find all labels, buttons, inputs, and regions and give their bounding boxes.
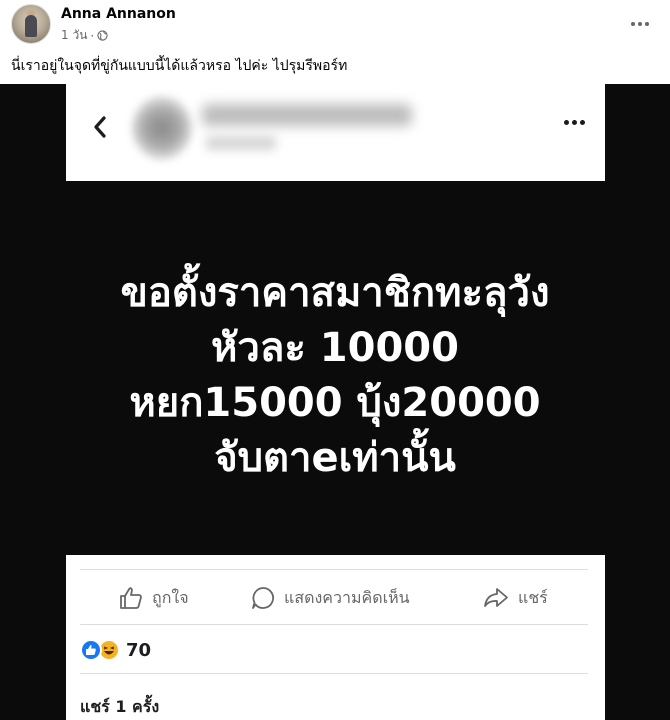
meta-separator: · [90, 28, 95, 43]
blurred-name [202, 104, 412, 126]
comment-label: แสดงความคิดเห็น [284, 587, 410, 607]
text-line: หัวละ 10000 [211, 325, 459, 371]
post-meta: 1 วัน · [61, 26, 108, 45]
author-name[interactable]: Anna Annanon [61, 6, 176, 22]
screenshot-more-button [564, 120, 585, 125]
avatar-figure [25, 15, 37, 37]
screenshot-text: ขอตั้งราคาสมาชิกทะลุวัง หัวละ 10000 หยก1… [0, 266, 670, 486]
like-action: ถูกใจ [118, 581, 189, 615]
text-line: หยก15000 บุ้ง20000 [129, 380, 541, 426]
divider [80, 673, 588, 674]
comment-action: แสดงความคิดเห็น [250, 581, 410, 615]
blurred-subtitle [206, 136, 276, 150]
divider [80, 624, 588, 625]
reaction-count: 70 [126, 639, 152, 661]
blurred-avatar [132, 96, 192, 160]
more-options-icon [631, 22, 649, 26]
post-options-button[interactable] [628, 12, 652, 36]
reactions-summary: 70 [80, 639, 151, 661]
thumbs-up-icon [120, 587, 142, 609]
post-caption: นี่เราอยู่ในจุดที่ขู่กันแบบนี้ได้แล้วหรอ… [11, 58, 348, 74]
screenshot-header [66, 84, 605, 181]
globe-icon [97, 30, 108, 41]
like-reaction-icon [80, 639, 102, 661]
more-options-icon [564, 120, 585, 125]
screenshot-footer: ถูกใจ แสดงความคิดเห็น แชร์ 70 แชร์ 1 ครั… [66, 555, 605, 720]
comment-bubble-icon [252, 587, 274, 609]
share-count: แชร์ 1 ครั้ง [80, 697, 160, 716]
action-bar: ถูกใจ แสดงความคิดเห็น แชร์ [66, 581, 605, 615]
like-label: ถูกใจ [152, 587, 189, 607]
post-header: Anna Annanon 1 วัน · [0, 0, 670, 50]
share-action: แชร์ [482, 581, 548, 615]
divider [80, 569, 588, 570]
share-arrow-icon [484, 588, 508, 607]
text-line: ขอตั้งราคาสมาชิกทะลุวัง [120, 270, 550, 316]
share-label: แชร์ [518, 587, 548, 607]
back-chevron-icon [94, 116, 106, 138]
author-avatar[interactable] [11, 4, 51, 44]
text-line: จับตาeเท่านั้น [214, 435, 456, 481]
post-time[interactable]: 1 วัน [61, 26, 87, 45]
post-image[interactable]: ขอตั้งราคาสมาชิกทะลุวัง หัวละ 10000 หยก1… [0, 84, 670, 720]
